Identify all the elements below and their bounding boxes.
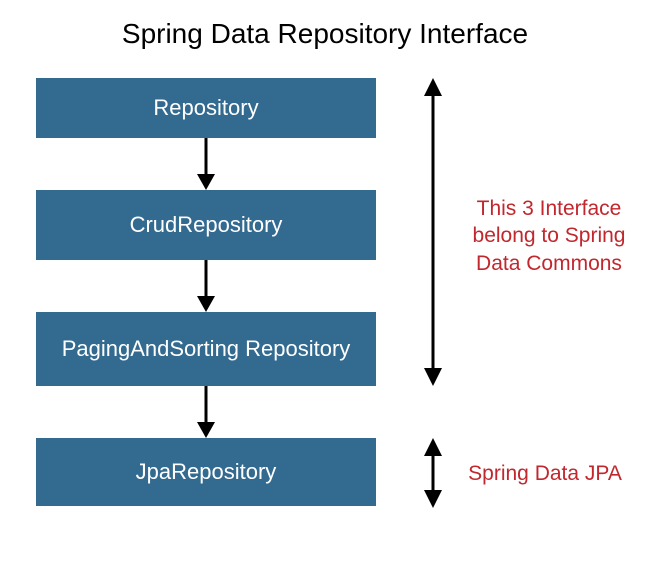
arrow-down-icon — [191, 260, 221, 312]
annotation-commons: This 3 Interface belong to Spring Data C… — [460, 195, 638, 277]
arrow-down-icon — [191, 386, 221, 438]
box-paging-sorting-repository-label: PagingAndSorting Repository — [62, 336, 351, 361]
hierarchy-column: Repository CrudRepository PagingAndSorti… — [36, 78, 376, 506]
arrow-2-gap — [36, 260, 376, 312]
annotation-jpa-text: Spring Data JPA — [468, 462, 622, 485]
annotation-jpa: Spring Data JPA — [460, 460, 630, 487]
box-crud-repository-label: CrudRepository — [130, 212, 283, 237]
bracket-commons-icon — [418, 78, 448, 386]
arrow-1-gap — [36, 138, 376, 190]
box-jpa-repository-label: JpaRepository — [136, 459, 277, 484]
box-repository-label: Repository — [153, 95, 258, 120]
arrow-down-icon — [191, 138, 221, 190]
annotation-commons-text: This 3 Interface belong to Spring Data C… — [473, 197, 626, 275]
box-crud-repository: CrudRepository — [36, 190, 376, 260]
arrow-3-gap — [36, 386, 376, 438]
bracket-jpa-icon — [418, 438, 448, 508]
box-paging-sorting-repository: PagingAndSorting Repository — [36, 312, 376, 386]
box-jpa-repository: JpaRepository — [36, 438, 376, 506]
box-repository: Repository — [36, 78, 376, 138]
diagram-title: Spring Data Repository Interface — [0, 18, 650, 50]
